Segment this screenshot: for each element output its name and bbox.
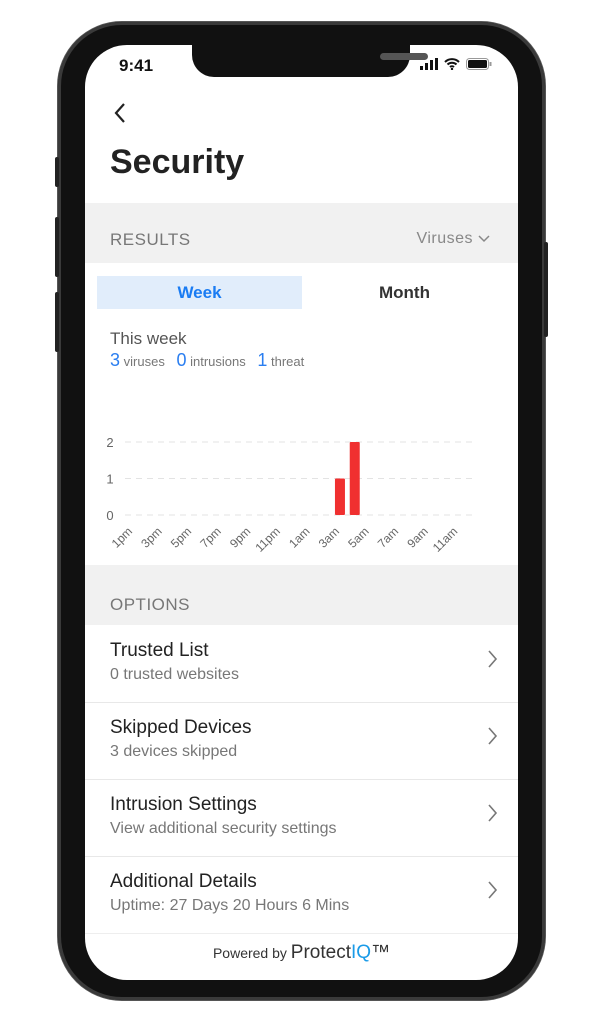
x-tick-label: 1am <box>286 524 312 550</box>
y-tick-label: 0 <box>106 508 113 523</box>
y-tick-label: 1 <box>106 472 113 487</box>
period-tabs: Week Month <box>97 276 507 309</box>
chevron-right-icon <box>488 648 498 674</box>
chevron-right-icon <box>488 802 498 828</box>
option-subtitle: Uptime: 27 Days 20 Hours 6 Mins <box>110 897 350 914</box>
option-item[interactable]: Additional Details Uptime: 27 Days 20 Hou… <box>85 857 518 934</box>
notch <box>192 45 428 77</box>
x-tick-label: 7pm <box>197 524 223 550</box>
option-subtitle: 3 devices skipped <box>110 743 238 760</box>
option-subtitle: View additional security settings <box>110 820 337 837</box>
option-item[interactable]: Intrusion Settings View additional securi… <box>85 780 518 857</box>
threat-count: 1 threat <box>257 350 305 370</box>
option-title: Trusted List <box>110 640 209 661</box>
x-tick-label: 3am <box>316 524 342 550</box>
brand-logo: ProtectIQ™ <box>290 942 391 963</box>
x-tick-label: 11pm <box>252 524 283 555</box>
footer: Powered by ProtectIQ™ <box>85 933 518 980</box>
options-section-header: OPTIONS <box>85 565 518 625</box>
options-label: OPTIONS <box>110 595 191 614</box>
option-item[interactable]: Trusted List 0 trusted websites <box>85 626 518 703</box>
filter-dropdown[interactable]: Viruses <box>416 230 490 248</box>
powered-by: Powered by <box>212 945 287 961</box>
status-time: 9:41 <box>119 56 154 75</box>
bar-virus <box>349 442 360 515</box>
battery-icon <box>466 58 492 70</box>
x-tick-label: 11am <box>430 524 461 555</box>
mute-switch <box>55 157 59 187</box>
x-tick-label: 9am <box>404 524 430 550</box>
x-tick-label: 1pm <box>109 524 135 550</box>
results-label: RESULTS <box>110 230 191 249</box>
filter-value: Viruses <box>416 230 474 247</box>
signal-icon <box>420 58 438 70</box>
screen: 9:41 Security RESULTS Viruses Week Month… <box>85 45 518 980</box>
virus-count: 3 viruses <box>110 350 165 370</box>
bar-virus <box>334 478 345 515</box>
period-label: This week <box>110 329 187 348</box>
power-button <box>544 242 548 337</box>
results-chart: 0 1 2 1pm 3pm 5pm 7pm 9pm 11pm 1am 3am 5am 7am 9am 11a… <box>106 435 475 587</box>
option-item[interactable]: Skipped Devices 3 devices skipped <box>85 703 518 780</box>
chevron-down-icon <box>478 235 490 243</box>
y-tick-label: 2 <box>106 435 113 450</box>
chevron-left-icon <box>114 103 125 123</box>
chevron-right-icon <box>488 879 498 905</box>
summary-counts: 3 viruses 0 intrusions 1 threat <box>110 350 312 371</box>
x-tick-label: 3pm <box>138 524 164 550</box>
x-tick-label: 5pm <box>168 524 194 550</box>
option-title: Additional Details <box>110 871 257 892</box>
intrusion-count: 0 intrusions <box>176 350 246 370</box>
page-title: Security <box>110 143 245 181</box>
volume-up-button <box>55 217 59 277</box>
wifi-icon <box>444 58 460 70</box>
option-title: Skipped Devices <box>110 717 252 738</box>
tab-month[interactable]: Month <box>302 276 507 309</box>
x-tick-label: 9pm <box>227 524 253 550</box>
option-subtitle: 0 trusted websites <box>110 666 239 683</box>
option-title: Intrusion Settings <box>110 794 257 815</box>
x-tick-label: 7am <box>375 524 401 550</box>
status-icons <box>420 58 492 70</box>
x-tick-label: 5am <box>345 524 371 550</box>
back-button[interactable] <box>113 100 127 131</box>
volume-down-button <box>55 292 59 352</box>
chevron-right-icon <box>488 725 498 751</box>
tab-week[interactable]: Week <box>97 276 302 309</box>
results-section-header: RESULTS Viruses <box>85 203 518 263</box>
